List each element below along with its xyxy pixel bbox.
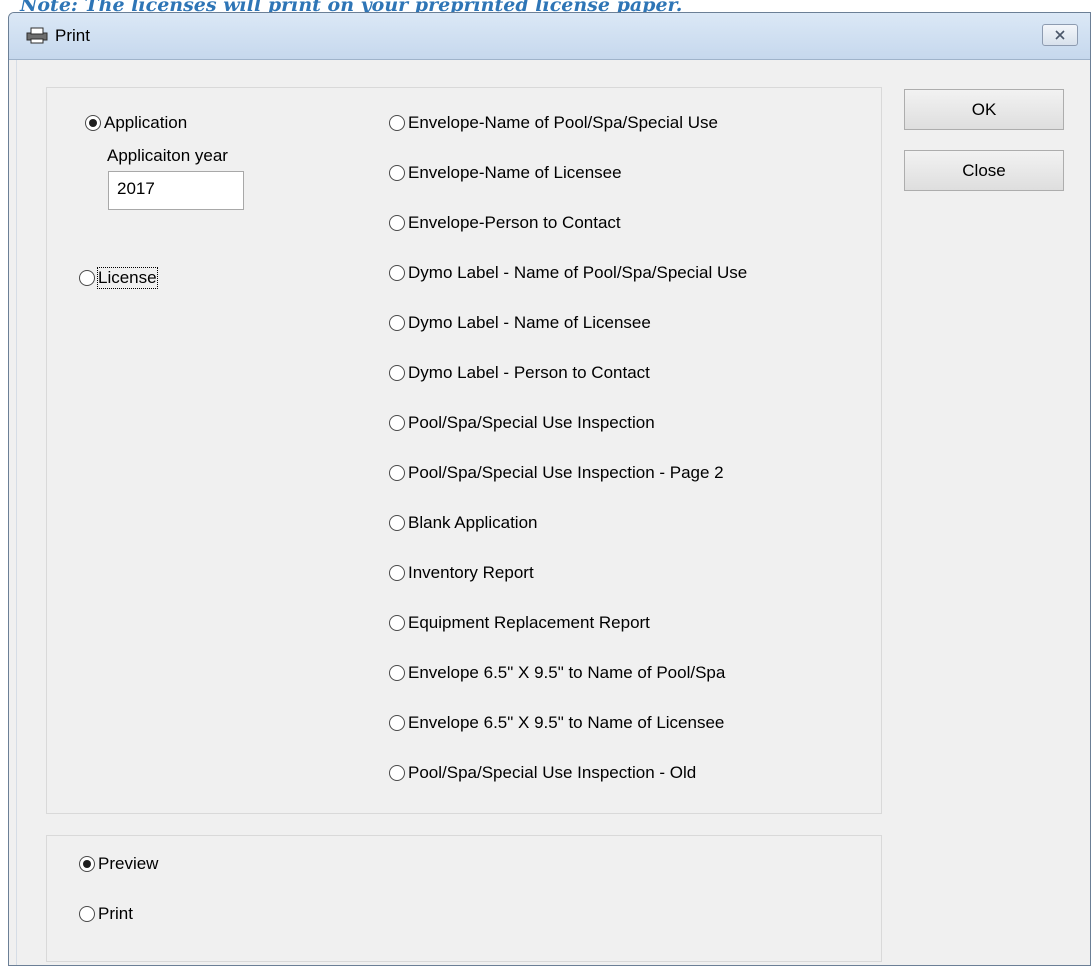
report-option-radio[interactable]: Blank Application: [389, 513, 537, 533]
radio-circle: [389, 165, 405, 181]
close-icon: [1055, 30, 1065, 40]
report-option-radio[interactable]: Pool/Spa/Special Use Inspection: [389, 413, 655, 433]
print-radio-circle: [79, 906, 95, 922]
license-radio[interactable]: License: [79, 267, 158, 289]
report-option-radio[interactable]: Dymo Label - Name of Licensee: [389, 313, 651, 333]
report-option-label: Inventory Report: [408, 563, 534, 582]
radio-circle: [389, 715, 405, 731]
radio-circle: [389, 215, 405, 231]
radio-circle: [389, 615, 405, 631]
application-radio[interactable]: Application: [85, 113, 187, 133]
report-option-radio[interactable]: Envelope 6.5" X 9.5" to Name of Licensee: [389, 713, 724, 733]
application-radio-label: Application: [104, 113, 188, 132]
close-button[interactable]: Close: [904, 150, 1064, 191]
report-option-radio[interactable]: Pool/Spa/Special Use Inspection - Page 2: [389, 463, 724, 483]
report-type-group: Application Applicaiton year 2017 Licens…: [46, 87, 882, 814]
report-option-label: Envelope-Person to Contact: [408, 213, 621, 232]
print-dialog: Print Application Applicaiton year 2017 …: [8, 12, 1091, 966]
report-option-radio[interactable]: Envelope-Name of Licensee: [389, 163, 622, 183]
print-radio-label: Print: [98, 904, 133, 923]
radio-circle: [389, 265, 405, 281]
window-close-button[interactable]: [1042, 24, 1078, 46]
window-title: Print: [55, 26, 90, 45]
report-option-label: Blank Application: [408, 513, 538, 532]
report-option-label: Pool/Spa/Special Use Inspection - Old: [408, 763, 697, 782]
report-option-label: Pool/Spa/Special Use Inspection: [408, 413, 655, 432]
report-option-label: Envelope-Name of Licensee: [408, 163, 622, 182]
report-option-label: Envelope-Name of Pool/Spa/Special Use: [408, 113, 718, 132]
report-option-radio[interactable]: Envelope-Name of Pool/Spa/Special Use: [389, 113, 718, 133]
radio-circle: [389, 665, 405, 681]
report-option-label: Dymo Label - Person to Contact: [408, 363, 650, 382]
report-option-radio[interactable]: Inventory Report: [389, 563, 534, 583]
report-option-radio[interactable]: Envelope-Person to Contact: [389, 213, 621, 233]
title-bar: Print: [9, 13, 1090, 60]
report-option-label: Equipment Replacement Report: [408, 613, 650, 632]
print-radio[interactable]: Print: [79, 904, 133, 924]
application-year-label: Applicaiton year: [107, 146, 228, 165]
preview-radio-circle: [79, 856, 95, 872]
report-option-label: Envelope 6.5" X 9.5" to Name of Pool/Spa: [408, 663, 726, 682]
report-option-label: Dymo Label - Name of Pool/Spa/Special Us…: [408, 263, 748, 282]
application-year-input[interactable]: 2017: [108, 171, 244, 210]
radio-circle: [389, 415, 405, 431]
report-option-radio[interactable]: Dymo Label - Person to Contact: [389, 363, 650, 383]
dialog-body: Application Applicaiton year 2017 Licens…: [16, 60, 1090, 965]
preview-radio-label: Preview: [98, 854, 159, 873]
printer-icon: [26, 27, 48, 44]
report-option-radio[interactable]: Envelope 6.5" X 9.5" to Name of Pool/Spa: [389, 663, 725, 683]
preview-radio[interactable]: Preview: [79, 854, 158, 874]
radio-circle: [389, 515, 405, 531]
license-radio-label: License: [97, 267, 158, 289]
license-radio-circle: [79, 270, 95, 286]
radio-circle: [389, 565, 405, 581]
report-option-radio[interactable]: Pool/Spa/Special Use Inspection - Old: [389, 763, 696, 783]
radio-circle: [389, 465, 405, 481]
radio-circle: [389, 315, 405, 331]
report-option-radio[interactable]: Equipment Replacement Report: [389, 613, 650, 633]
output-mode-group: Preview Print: [46, 835, 882, 962]
report-option-label: Envelope 6.5" X 9.5" to Name of Licensee: [408, 713, 725, 732]
report-option-radio[interactable]: Dymo Label - Name of Pool/Spa/Special Us…: [389, 263, 747, 283]
radio-circle: [389, 365, 405, 381]
report-option-label: Pool/Spa/Special Use Inspection - Page 2: [408, 463, 724, 482]
ok-button[interactable]: OK: [904, 89, 1064, 130]
application-radio-circle: [85, 115, 101, 131]
radio-circle: [389, 115, 405, 131]
report-option-label: Dymo Label - Name of Licensee: [408, 313, 651, 332]
radio-circle: [389, 765, 405, 781]
